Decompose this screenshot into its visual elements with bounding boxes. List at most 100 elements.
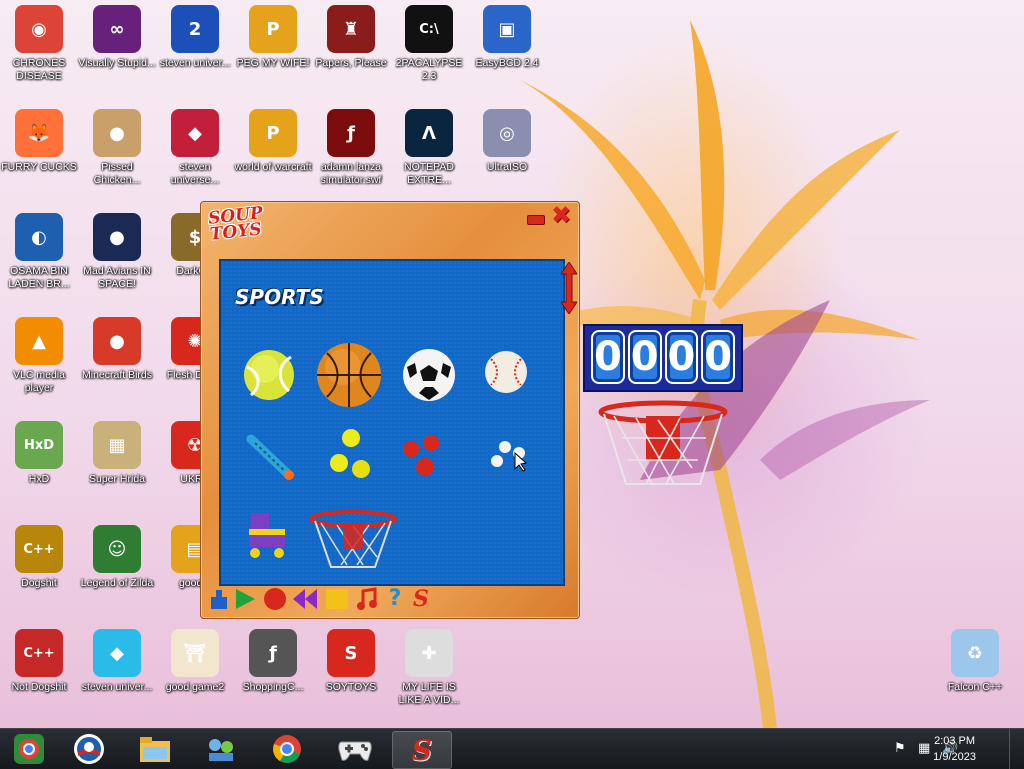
desktop-icon[interactable]: HxD HxD	[0, 421, 78, 486]
desktop-icon[interactable]: ▣ EasyBCD 2.4	[468, 5, 546, 70]
minimize-button[interactable]	[527, 215, 545, 225]
desktop-icon[interactable]: ◐ OSAMA BIN LADEN BR...	[0, 213, 78, 291]
desktop-icon-label: UltraISO	[486, 161, 528, 173]
desktop-icon-label: OSAMA BIN LADEN BR...	[8, 265, 70, 290]
record-icon[interactable]	[263, 587, 287, 611]
desktop-icon[interactable]: Pworld of warcraft	[234, 109, 312, 174]
desktop-icon[interactable]: 🦊 FURRY CUCKS	[0, 109, 78, 174]
desktop-icon[interactable]: ● Pissed Chicken...	[78, 109, 156, 187]
obama-logo-icon	[74, 734, 104, 764]
desktop-icon[interactable]: Λ NOTEPAD EXTRE...	[390, 109, 468, 187]
taskbar-chrome[interactable]	[258, 731, 316, 767]
taskbar: S ⚑ ▦ 🔊 2:03 PM 1/9/2023	[0, 728, 1024, 769]
clock[interactable]: 2:03 PM 1/9/2023	[933, 733, 976, 765]
gamepad-icon: ✚	[405, 629, 453, 677]
desktop-icon[interactable]: ◆ steven universe...	[156, 109, 234, 187]
soup-s-icon: S	[411, 733, 433, 767]
desktop-icon-label: Super Hrida	[88, 473, 146, 485]
desktop-icon[interactable]: ∞ Visually Stupid...	[78, 5, 156, 70]
taskbar-network-people[interactable]	[192, 731, 250, 767]
desktop-icon-label: steven univer...	[159, 57, 231, 69]
flash-player-icon: ƒ	[249, 629, 297, 677]
firefox-icon: 🦊	[15, 109, 63, 157]
desktop-icon-label: Mad Avians IN SPACE!	[83, 265, 151, 290]
desktop-icon[interactable]: ▦ Super Hrida	[78, 421, 156, 486]
close-button[interactable]: ✖	[550, 203, 572, 227]
desktop-icon[interactable]: C++ Dogshit	[0, 525, 78, 590]
start-button[interactable]	[0, 731, 58, 767]
play-icon[interactable]	[233, 587, 257, 611]
disc-icon: ◎	[483, 109, 531, 157]
toy-toolbar: ? S	[207, 587, 457, 613]
desktop-icon-label: PEG MY WIFE!	[236, 57, 310, 69]
taskbar-gamepad[interactable]	[326, 731, 384, 767]
torii-gate-icon: ⛩	[171, 629, 219, 677]
basketball-toy[interactable]	[315, 341, 383, 409]
desktop-icon-label: NOTEPAD EXTRE...	[404, 161, 454, 186]
help-icon[interactable]: ?	[383, 587, 407, 611]
desktop-icon[interactable]: ◎ UltraISO	[468, 109, 546, 174]
weight-icon[interactable]	[207, 587, 231, 611]
blue-diamond-icon: ◆	[93, 629, 141, 677]
desktop-icon[interactable]: ◉ CHRONES DISEASE	[0, 5, 78, 83]
basketball-hoop-toy[interactable]	[307, 509, 399, 573]
baseball-toy[interactable]	[483, 349, 529, 395]
network-icon[interactable]: ▦	[918, 741, 934, 757]
score-digit: 0	[664, 330, 699, 384]
peggle-icon: P	[249, 109, 297, 157]
desktop-icon[interactable]: ● Mad Avians IN SPACE!	[78, 213, 156, 291]
white-balls-toy[interactable]	[485, 437, 531, 473]
desktop-icon-label: world of warcraft	[234, 161, 312, 173]
pogo-stick-toy[interactable]	[245, 431, 297, 483]
system-tray: ⚑ ▦ 🔊 2:03 PM 1/9/2023	[824, 729, 1024, 769]
taskbar-file-explorer[interactable]	[126, 731, 184, 767]
basketball-hoop[interactable]	[596, 398, 730, 494]
chrome-icon: ◉	[15, 5, 63, 53]
music-note-icon[interactable]	[355, 587, 379, 611]
juggling-balls-toy[interactable]	[325, 427, 377, 483]
tennis-ball-toy[interactable]	[241, 347, 297, 403]
stop-icon[interactable]	[325, 587, 349, 611]
desktop-icon[interactable]: ☺ Legend of Zilda	[78, 525, 156, 590]
desktop-icon[interactable]: C++ Not Dogshit	[0, 629, 78, 694]
score-digit: 0	[701, 330, 735, 384]
desktop-icon[interactable]: S SOYTOYS	[312, 629, 390, 694]
soup-toys-window[interactable]: SOUP TOYS ✖ SPORTS ? S	[200, 201, 580, 619]
desktop-icon[interactable]: ⛩ good game2	[156, 629, 234, 694]
pixel-art-icon: ▦	[93, 421, 141, 469]
desktop-icon[interactable]: P PEG MY WIFE!	[234, 5, 312, 70]
desktop-icon[interactable]: ✚ MY LIFE IS LIKE A VID...	[390, 629, 468, 707]
gamepad-icon	[338, 741, 372, 761]
visual-studio-icon: ∞	[93, 5, 141, 53]
desktop-icon[interactable]: 2 steven univer...	[156, 5, 234, 70]
easybcd-icon: ▣	[483, 5, 531, 53]
desktop-icon[interactable]: ♜ Papers, Please	[312, 5, 390, 70]
angry-birds-space-icon: ●	[93, 213, 141, 261]
desktop-icon[interactable]: ƒ adamn lanza simulator.swf	[312, 109, 390, 187]
desktop-icon[interactable]: ◆ steven univer...	[78, 629, 156, 694]
desktop-icon[interactable]: ● Minecraft Birds	[78, 317, 156, 382]
flag-icon[interactable]: ⚑	[894, 741, 910, 757]
pixel-hero-icon: ☺	[93, 525, 141, 573]
rewind-icon[interactable]	[293, 587, 317, 611]
desktop-icon[interactable]: C:\ 2PACALYPSE 2.3	[390, 5, 468, 83]
scroll-arrows[interactable]	[561, 262, 577, 314]
red-balls-toy[interactable]	[401, 433, 453, 479]
cpp-compiler-icon: C++	[15, 525, 63, 573]
desktop-icon-label: Minecraft Birds	[81, 369, 153, 381]
flash-icon: ƒ	[327, 109, 375, 157]
soccer-ball-toy[interactable]	[401, 347, 457, 403]
show-desktop-button[interactable]	[1009, 729, 1024, 769]
desktop-icon[interactable]: ƒ ShoppingC...	[234, 629, 312, 694]
taskbar-soup-toys[interactable]: S	[392, 731, 452, 769]
taskbar-obama-app[interactable]	[60, 731, 118, 767]
roller-skate-toy[interactable]	[241, 509, 293, 561]
desktop-icon[interactable]: ▲ VLC media player	[0, 317, 78, 395]
soup-s-icon[interactable]: S	[409, 587, 433, 611]
recycle-bin-icon: ♻	[951, 629, 999, 677]
soup-s-icon: S	[327, 629, 375, 677]
desktop-icon[interactable]: ♻ Falcon C++	[936, 629, 1014, 694]
vlc-cone-icon: ▲	[15, 317, 63, 365]
desktop-icon-label: Dogshit	[21, 577, 57, 589]
score-digit: 0	[591, 330, 625, 384]
